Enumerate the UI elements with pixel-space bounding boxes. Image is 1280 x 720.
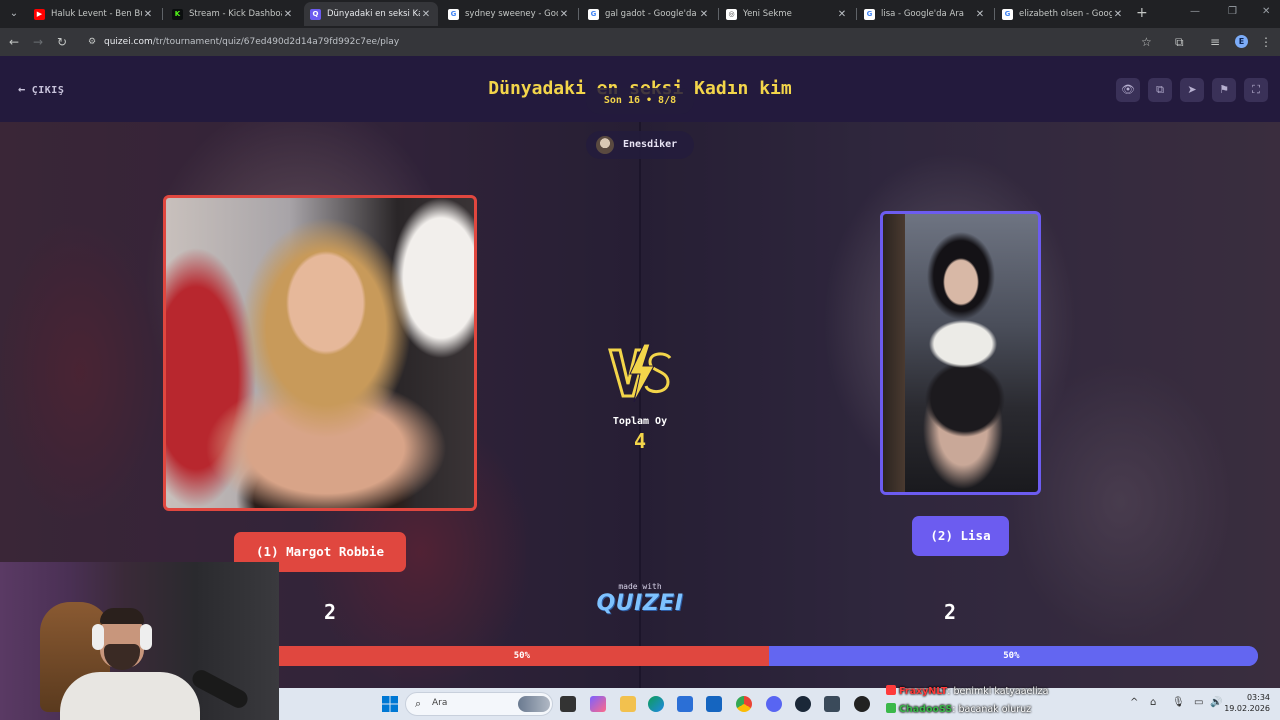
- close-tab-icon[interactable]: ✕: [974, 9, 986, 20]
- reload-icon[interactable]: ↻: [57, 34, 67, 50]
- flag-icon[interactable]: ⚑: [1212, 78, 1236, 102]
- extensions-icon[interactable]: ⧉: [1175, 34, 1184, 50]
- display-icon[interactable]: ▭: [1194, 697, 1203, 708]
- discord-icon[interactable]: [766, 696, 782, 712]
- vote-progress-bar: 50% 50%: [279, 646, 1258, 666]
- google-icon: G: [588, 8, 599, 20]
- tab-gal-gadot[interactable]: G gal gadot - Google'da Ara ✕: [582, 2, 716, 26]
- right-vote-count: 2: [943, 600, 957, 624]
- taskbar-app-icon[interactable]: [824, 696, 840, 712]
- steam-icon[interactable]: [795, 696, 811, 712]
- google-icon: G: [448, 8, 459, 20]
- back-icon[interactable]: ←: [9, 34, 19, 50]
- total-votes-value: 4: [633, 429, 647, 453]
- streamer-webcam: [0, 562, 279, 720]
- close-tab-icon[interactable]: ✕: [1112, 9, 1124, 20]
- total-votes-label: Toplam Oy: [612, 416, 668, 427]
- round-indicator: Son 16 • 8/8: [586, 88, 694, 114]
- forward-icon[interactable]: →: [33, 34, 43, 50]
- stream-chat-overlay: FraxyNLT: benimki katyaaeliza ChadooSS: …: [886, 684, 1146, 720]
- tab-elizabeth-olsen[interactable]: G elizabeth olsen - Google ✕: [996, 2, 1130, 26]
- tab-sydney-sweeney[interactable]: G sydney sweeney - Google ✕: [442, 2, 576, 26]
- task-view-icon[interactable]: [560, 696, 576, 712]
- google-icon: G: [1002, 8, 1013, 20]
- send-icon[interactable]: ➤: [1180, 78, 1204, 102]
- google-icon: G: [864, 8, 875, 20]
- quizei-logo[interactable]: QUIZEI: [590, 591, 690, 616]
- close-tab-icon[interactable]: ✕: [420, 9, 432, 20]
- fullscreen-icon[interactable]: ⛶: [1244, 78, 1268, 102]
- contestant-right-image[interactable]: [880, 211, 1041, 495]
- close-tab-icon[interactable]: ✕: [836, 9, 848, 20]
- right-percent-label: 50%: [1003, 651, 1020, 661]
- new-tab-icon[interactable]: +: [1136, 5, 1148, 21]
- creator-avatar: [596, 136, 614, 154]
- chat-badge-icon: [886, 685, 896, 695]
- left-percent-label: 50%: [513, 651, 531, 661]
- tab-kick-dashboard[interactable]: K Stream - Kick Dashboard ✕: [166, 2, 300, 26]
- chrome-icon[interactable]: [736, 696, 752, 712]
- chrome-icon: ◎: [726, 8, 737, 20]
- windows-start-icon[interactable]: [382, 696, 398, 712]
- youtube-icon: ▶: [34, 8, 45, 20]
- tray-chevron-icon[interactable]: ^: [1130, 697, 1138, 708]
- address-bar[interactable]: quizei.com/tr/tournament/quiz/67ed490d2d…: [104, 36, 399, 48]
- site-info-icon[interactable]: ⚙: [86, 36, 98, 48]
- close-tab-icon[interactable]: ✕: [698, 9, 710, 20]
- browser-tab-bar: ⌄ ▶ Haluk Levent - Ben Bu Ga ✕ K Stream …: [0, 0, 1280, 28]
- close-tab-icon[interactable]: ✕: [558, 9, 570, 20]
- mic-icon[interactable]: 🎙: [1172, 697, 1185, 708]
- tab-yeni-sekme[interactable]: ◎ Yeni Sekme ✕: [720, 2, 854, 26]
- tab-lisa[interactable]: G lisa - Google'da Ara ✕: [858, 2, 992, 26]
- close-tab-icon[interactable]: ✕: [142, 9, 154, 20]
- close-tab-icon[interactable]: ✕: [282, 9, 294, 20]
- search-icon: ⌕: [415, 697, 422, 710]
- quizei-icon: Q: [310, 8, 321, 20]
- chat-badge-icon: [886, 703, 896, 713]
- chat-message: ChadooSS: bacanak oluruz: [886, 702, 1031, 718]
- tab-search-chevron-icon[interactable]: ⌄: [6, 6, 22, 22]
- network-icon[interactable]: ⌂: [1150, 697, 1156, 708]
- browser-toolbar: ← → ↻ ⚙ quizei.com/tr/tournament/quiz/67…: [0, 28, 1280, 56]
- contestant-left-image[interactable]: [163, 195, 477, 511]
- copilot-icon[interactable]: [590, 696, 606, 712]
- profile-avatar[interactable]: E: [1235, 35, 1248, 48]
- close-window-icon[interactable]: ✕: [1262, 6, 1270, 17]
- creator-badge[interactable]: Enesdiker: [586, 131, 694, 159]
- tab-quiz-active[interactable]: Q Dünyadaki en seksi Kadın ✕: [304, 2, 438, 26]
- left-vote-count: 2: [323, 600, 337, 624]
- contestant-right-button[interactable]: (2) Lisa: [912, 516, 1009, 556]
- system-clock[interactable]: 03:34 19.02.2026: [1220, 692, 1270, 714]
- bookmark-star-icon[interactable]: ☆: [1141, 34, 1152, 50]
- kick-icon: K: [172, 8, 183, 20]
- reading-list-icon[interactable]: ≡: [1210, 34, 1220, 50]
- maximize-icon[interactable]: ❐: [1228, 6, 1237, 17]
- file-explorer-icon[interactable]: [620, 696, 636, 712]
- eye-icon[interactable]: 👁: [1116, 78, 1140, 102]
- copy-icon[interactable]: ⧉: [1148, 78, 1172, 102]
- tab-haluk-levent[interactable]: ▶ Haluk Levent - Ben Bu Ga ✕: [28, 2, 160, 26]
- store-icon[interactable]: [677, 696, 693, 712]
- edge-icon[interactable]: [648, 696, 664, 712]
- taskbar-search[interactable]: ⌕ Ara: [405, 692, 553, 716]
- obs-icon[interactable]: [854, 696, 870, 712]
- versus-icon: [608, 344, 672, 402]
- made-with-label: made with: [618, 582, 662, 591]
- chat-message: FraxyNLT: benimki katyaaeliza: [886, 684, 1048, 700]
- mail-icon[interactable]: [706, 696, 722, 712]
- minimize-icon[interactable]: —: [1190, 6, 1200, 17]
- menu-kebab-icon[interactable]: ⋮: [1260, 34, 1272, 50]
